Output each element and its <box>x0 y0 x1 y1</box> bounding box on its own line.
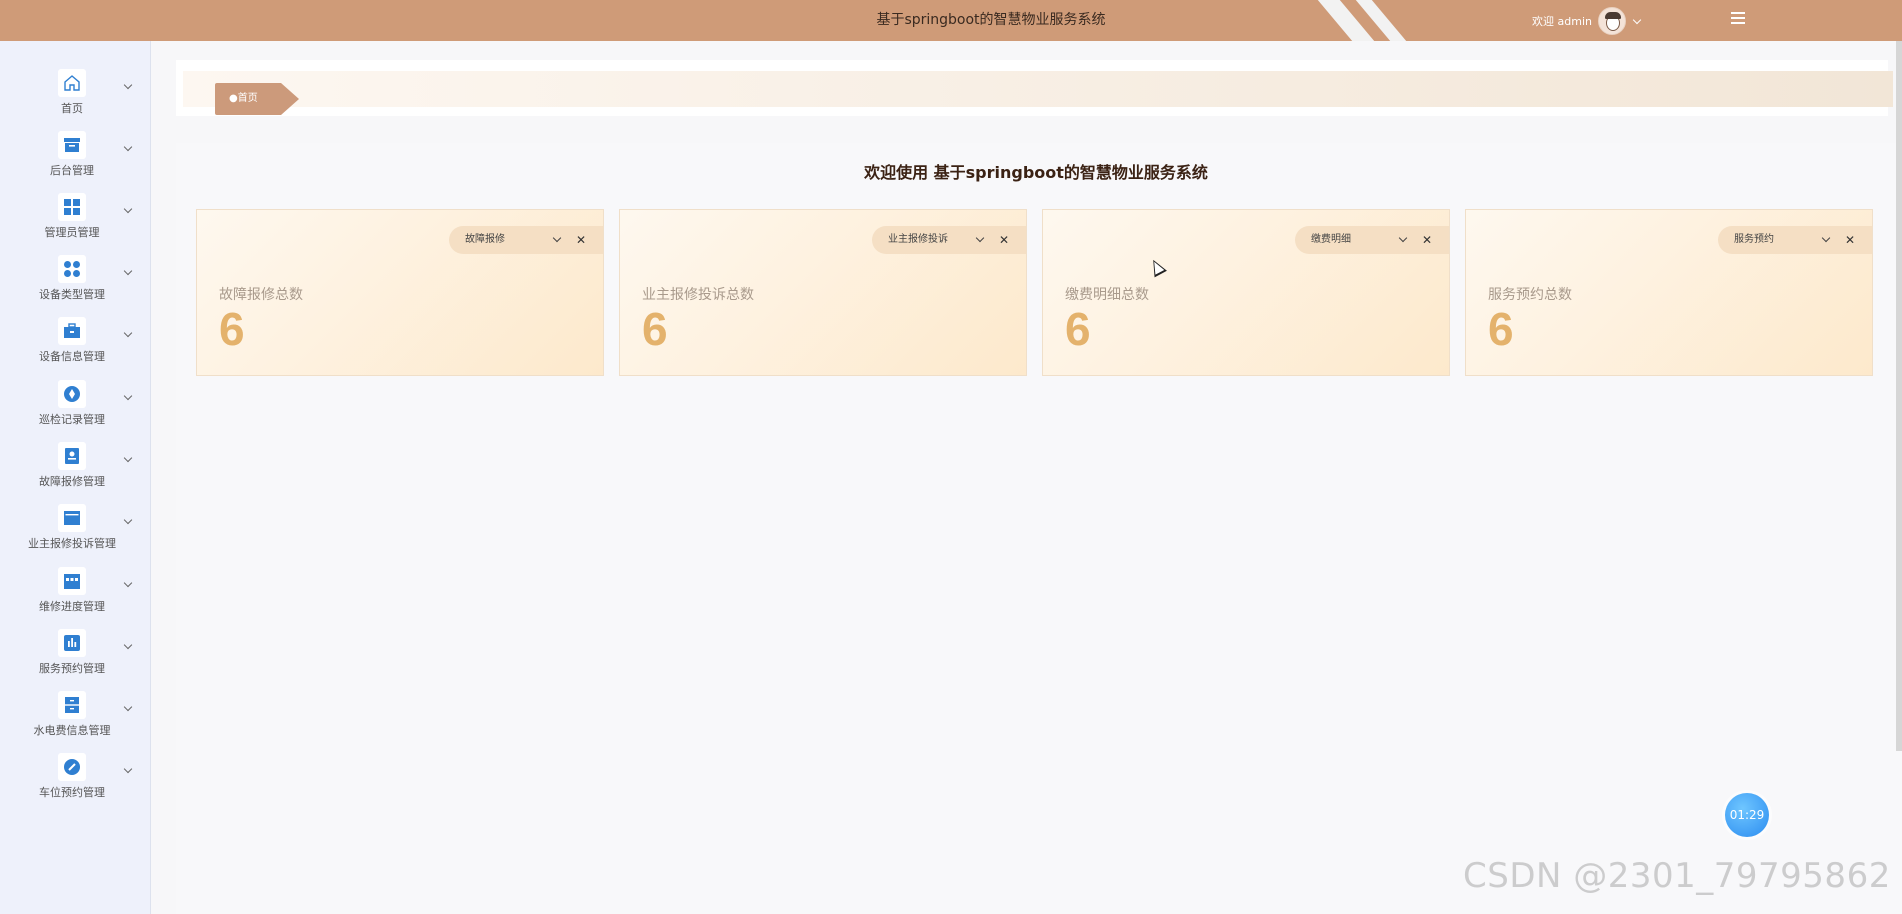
sidebar-item-label: 设备类型管理 <box>39 288 105 301</box>
close-icon[interactable]: ✕ <box>1845 226 1855 254</box>
circles-icon <box>58 255 86 283</box>
card-tag-label: 故障报修 <box>465 234 505 245</box>
card-tag[interactable]: 服务预约 ✕ <box>1718 226 1872 254</box>
chevron-down-icon[interactable] <box>124 206 133 215</box>
chevron-down-icon[interactable] <box>1632 16 1642 26</box>
sidebar-item-label: 管理员管理 <box>44 226 100 239</box>
sidebar-item-label: 设备信息管理 <box>39 350 105 363</box>
chevron-down-icon[interactable] <box>124 330 133 339</box>
archive-icon <box>58 131 86 159</box>
card-tag-label: 业主报修投诉 <box>888 234 948 245</box>
chevron-down-icon[interactable] <box>124 393 133 402</box>
chevron-down-icon[interactable] <box>124 517 133 526</box>
pencil-icon <box>58 753 86 781</box>
compass-icon <box>58 380 86 408</box>
top-header: 基于springboot的智慧物业服务系统 欢迎 admin <box>0 0 1902 41</box>
breadcrumb-bar: ●首页 <box>183 71 1893 115</box>
close-icon[interactable]: ✕ <box>1422 226 1432 254</box>
cabinet-icon <box>58 691 86 719</box>
timer-badge[interactable]: 01:29 <box>1725 793 1769 837</box>
breadcrumb-home[interactable]: ●首页 <box>215 83 299 115</box>
sidebar: 首页后台管理管理员管理设备类型管理 设备信息管理 巡检记录管理 故障报修管理 业主报修投… <box>0 41 151 914</box>
sidebar-item-label: 水电费信息管理 <box>33 724 111 737</box>
stat-card-service-booking: 服务预约 ✕ 服务预约总数 6 <box>1465 209 1873 376</box>
chevron-down-icon[interactable] <box>124 82 133 91</box>
chevron-down-icon[interactable] <box>124 766 133 775</box>
breadcrumb: ●首页 <box>176 60 1893 116</box>
sidebar-item[interactable]: 巡检记录管理 <box>0 372 151 434</box>
chevron-down-icon[interactable] <box>1823 235 1831 243</box>
card-value: 6 <box>1488 303 1514 355</box>
menu-toggle-icon[interactable] <box>1731 12 1745 24</box>
sidebar-item[interactable]: 设备信息管理 <box>0 309 151 371</box>
badge-icon <box>58 442 86 470</box>
card-tag-label: 缴费明细 <box>1311 234 1351 245</box>
close-icon[interactable]: ✕ <box>999 226 1009 254</box>
chevron-down-icon[interactable] <box>124 580 133 589</box>
sidebar-item[interactable]: 首页 <box>0 61 151 123</box>
card-label: 服务预约总数 <box>1488 287 1572 303</box>
avatar[interactable] <box>1598 6 1626 35</box>
sidebar-item[interactable]: 服务预约管理 <box>0 621 151 683</box>
sidebar-item-label: 首页 <box>61 102 83 115</box>
sidebar-item-label: 巡检记录管理 <box>39 413 105 426</box>
sidebar-item[interactable]: 后台管理 <box>0 123 151 185</box>
calendar-icon <box>58 567 86 595</box>
card-value: 6 <box>1065 303 1091 355</box>
card-tag[interactable]: 业主报修投诉 ✕ <box>872 226 1026 254</box>
main-content: 欢迎使用 基于springboot的智慧物业服务系统 故障报修 ✕ 故障报修总数… <box>176 143 1902 914</box>
window-icon <box>58 504 86 532</box>
sidebar-item[interactable]: 业主报修投诉管理 <box>0 496 151 558</box>
stat-card-owner-complaint: 业主报修投诉 ✕ 业主报修投诉总数 6 <box>619 209 1027 376</box>
stat-card-fault-repair: 故障报修 ✕ 故障报修总数 6 <box>196 209 604 376</box>
card-value: 6 <box>219 303 245 355</box>
sidebar-item-label: 业主报修投诉管理 <box>28 537 116 550</box>
card-tag-label: 服务预约 <box>1734 234 1774 245</box>
sidebar-item-label: 服务预约管理 <box>39 662 105 675</box>
stat-card-payment: 缴费明细 ✕ 缴费明细总数 6 <box>1042 209 1450 376</box>
home-icon <box>58 69 86 97</box>
sidebar-item[interactable]: 故障报修管理 <box>0 434 151 496</box>
card-label: 故障报修总数 <box>219 287 303 303</box>
card-label: 业主报修投诉总数 <box>642 287 754 303</box>
watermark: CSDN @2301_79795862 <box>1463 856 1891 896</box>
user-menu[interactable]: 欢迎 admin <box>1532 0 1642 41</box>
chevron-down-icon[interactable] <box>124 268 133 277</box>
card-tag[interactable]: 缴费明细 ✕ <box>1295 226 1449 254</box>
chevron-down-icon[interactable] <box>124 144 133 153</box>
page-title: 欢迎使用 基于springboot的智慧物业服务系统 <box>864 163 1208 182</box>
chevron-down-icon[interactable] <box>124 455 133 464</box>
chevron-down-icon[interactable] <box>124 704 133 713</box>
grid-icon <box>58 193 86 221</box>
sidebar-item-label: 维修进度管理 <box>39 600 105 613</box>
card-tag[interactable]: 故障报修 ✕ <box>449 226 603 254</box>
chevron-down-icon[interactable] <box>124 642 133 651</box>
sidebar-item-label: 车位预约管理 <box>39 786 105 799</box>
close-icon[interactable]: ✕ <box>576 226 586 254</box>
chart-icon <box>58 629 86 657</box>
card-value: 6 <box>642 303 668 355</box>
sidebar-item-label: 后台管理 <box>50 164 94 177</box>
sidebar-item-label: 故障报修管理 <box>39 475 105 488</box>
toolbox-icon <box>58 317 86 345</box>
welcome-text: 欢迎 admin <box>1532 14 1592 28</box>
sidebar-item[interactable]: 设备类型管理 <box>0 247 151 309</box>
sidebar-item[interactable]: 维修进度管理 <box>0 559 151 621</box>
chevron-down-icon[interactable] <box>554 235 562 243</box>
sidebar-item[interactable]: 管理员管理 <box>0 185 151 247</box>
chevron-down-icon[interactable] <box>977 235 985 243</box>
chevron-down-icon[interactable] <box>1400 235 1408 243</box>
scrollbar[interactable] <box>1896 41 1902 751</box>
sidebar-item[interactable]: 水电费信息管理 <box>0 683 151 745</box>
card-label: 缴费明细总数 <box>1065 287 1149 303</box>
sidebar-item[interactable]: 车位预约管理 <box>0 745 151 807</box>
